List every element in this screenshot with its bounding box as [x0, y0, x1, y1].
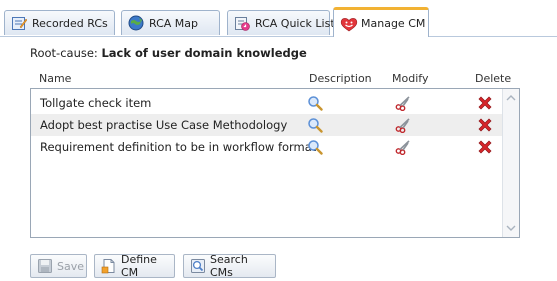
tab-manage-cm[interactable]: Manage CM — [333, 7, 429, 37]
tab-underline — [0, 36, 557, 37]
tab-label: Manage CM — [361, 17, 426, 30]
tab-rca-quick-list[interactable]: RCA Quick List — [227, 10, 335, 35]
tab-rca-map[interactable]: RCA Map — [121, 10, 220, 35]
edit-form-icon — [11, 15, 28, 31]
magnifier-icon[interactable] — [307, 117, 323, 133]
save-label: Save — [57, 259, 85, 273]
column-header-modify: Modify — [392, 72, 429, 85]
scissors-icon[interactable] — [395, 139, 411, 156]
tab-bar: Recorded RCs RCA Map RCA Quick List Mana… — [0, 0, 557, 37]
search-cms-button[interactable]: Search CMs — [183, 253, 276, 279]
scroll-up-icon[interactable] — [504, 91, 518, 105]
tab-label: Recorded RCs — [32, 16, 108, 30]
magnifier-icon[interactable] — [307, 95, 323, 111]
scroll-down-icon[interactable] — [504, 221, 518, 235]
root-cause-value: Lack of user domain knowledge — [101, 46, 307, 60]
table-row[interactable]: Requirement definition to be in workflow… — [31, 136, 503, 158]
search-icon — [190, 258, 206, 274]
globe-map-icon — [128, 15, 144, 31]
delete-x-icon[interactable] — [477, 95, 493, 111]
delete-x-icon[interactable] — [477, 139, 493, 155]
cm-grid: Tollgate check item Adopt best practise … — [30, 88, 520, 238]
table-row[interactable]: Tollgate check item — [31, 92, 503, 114]
magnifier-icon[interactable] — [307, 139, 323, 155]
grid-header: Name Description Modify Delete — [0, 72, 557, 88]
root-cause-line: Root-cause: Lack of user domain knowledg… — [30, 46, 307, 60]
column-header-description: Description — [309, 72, 372, 85]
smiley-heart-icon — [340, 16, 358, 32]
floppy-disk-icon — [37, 258, 53, 274]
delete-x-icon[interactable] — [477, 117, 493, 133]
tab-label: RCA Quick List — [255, 16, 335, 30]
column-header-name: Name — [39, 72, 72, 85]
quick-list-icon — [234, 15, 250, 31]
grid-scrollbar[interactable] — [502, 89, 519, 237]
cm-name: Tollgate check item — [40, 96, 152, 110]
tab-recorded-rcs[interactable]: Recorded RCs — [4, 10, 115, 35]
root-cause-label: Root-cause: — [30, 46, 98, 60]
define-cm-label: Define CM — [121, 253, 157, 279]
table-row[interactable]: Adopt best practise Use Case Methodology — [31, 114, 503, 136]
scissors-icon[interactable] — [395, 95, 411, 112]
cm-name: Requirement definition to be in workflow… — [40, 140, 317, 154]
new-document-icon — [101, 258, 117, 274]
save-button[interactable]: Save — [30, 254, 87, 278]
scissors-icon[interactable] — [395, 117, 411, 134]
tab-label: RCA Map — [149, 16, 199, 30]
cm-name: Adopt best practise Use Case Methodology — [40, 118, 288, 132]
define-cm-button[interactable]: Define CM — [94, 253, 175, 279]
column-header-delete: Delete — [475, 72, 512, 85]
search-cms-label: Search CMs — [210, 253, 248, 279]
